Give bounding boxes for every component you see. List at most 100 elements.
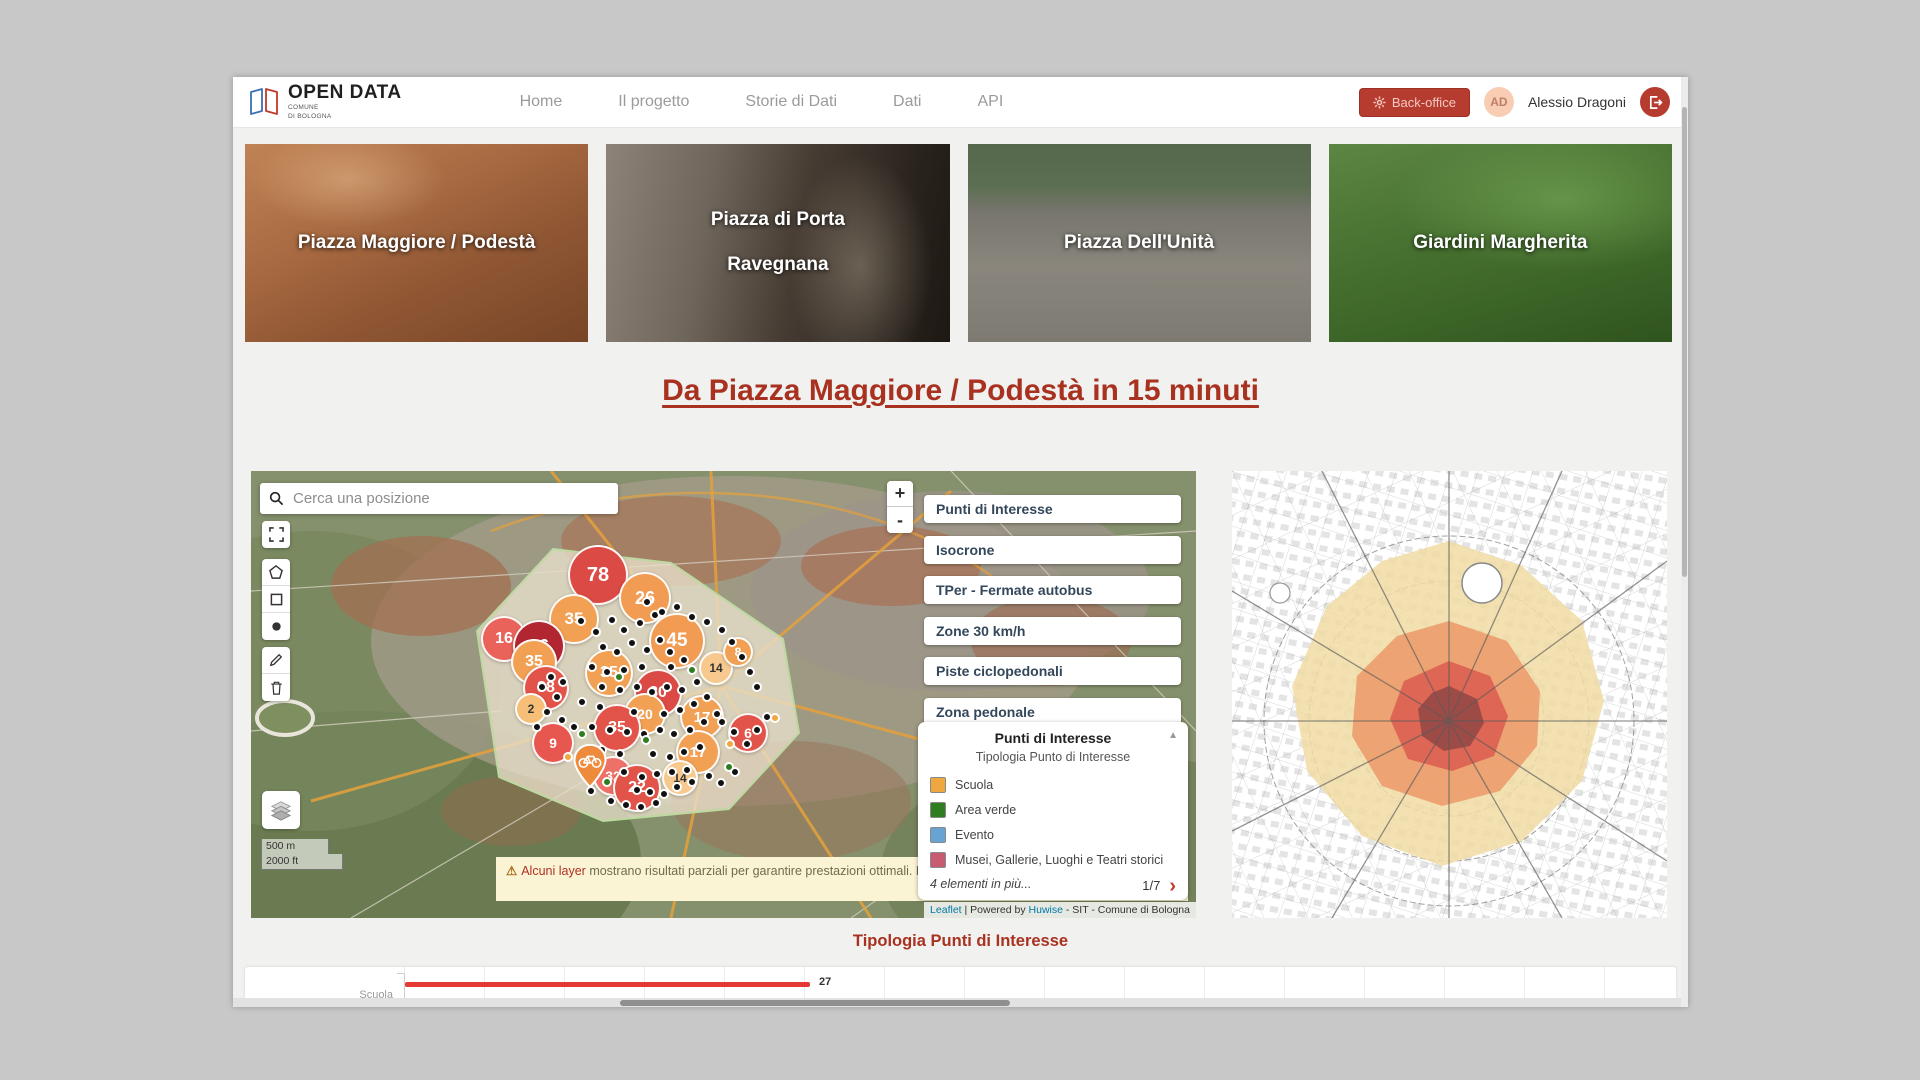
poi-dot-black[interactable] [685, 725, 695, 735]
poi-dot-black[interactable] [677, 685, 687, 695]
poi-dot-black[interactable] [699, 717, 709, 727]
basemap-layers-button[interactable] [262, 791, 300, 829]
leaflet-map[interactable]: 1678263596453535148382302017693517322214… [251, 471, 1196, 918]
legend-collapse-icon[interactable]: ▲ [1168, 730, 1178, 741]
poi-dot-green[interactable] [577, 729, 587, 739]
search-input[interactable] [291, 489, 609, 508]
poi-dot-black[interactable] [635, 618, 645, 628]
nav-link-dati[interactable]: Dati [893, 93, 921, 111]
bike-station-marker[interactable] [573, 744, 607, 793]
back-office-button[interactable]: Back-office [1359, 88, 1470, 117]
poi-dot-black[interactable] [577, 697, 587, 707]
poi-dot-black[interactable] [597, 682, 607, 692]
horizontal-scrollbar-thumb[interactable] [620, 1000, 1010, 1006]
poi-dot-black[interactable] [557, 715, 567, 725]
draw-polygon-button[interactable] [262, 559, 290, 586]
poi-dot-black[interactable] [619, 767, 629, 777]
legend-next-page-chevron[interactable]: › [1169, 879, 1176, 893]
poi-dot-black[interactable] [716, 778, 726, 788]
draw-circle-button[interactable] [262, 613, 290, 640]
poi-dot-green[interactable] [614, 672, 624, 682]
poi-dot-black[interactable] [704, 771, 714, 781]
poi-dot-black[interactable] [679, 747, 689, 757]
nav-link-il-progetto[interactable]: Il progetto [618, 93, 689, 111]
leaflet-link[interactable]: Leaflet [930, 904, 962, 916]
poi-dot-black[interactable] [642, 597, 652, 607]
poi-dot-orange[interactable] [563, 752, 573, 762]
hero-card-2[interactable]: Piazza di Porta Ravegnana [606, 144, 949, 342]
logout-button[interactable] [1640, 87, 1670, 117]
poi-dot-orange[interactable] [770, 713, 780, 723]
poi-dot-black[interactable] [745, 667, 755, 677]
layer-button-tper-fermate-autobus[interactable]: TPer - Fermate autobus [924, 576, 1181, 604]
layer-button-isocrone[interactable]: Isocrone [924, 536, 1181, 564]
poi-dot-black[interactable] [619, 625, 629, 635]
poi-dot-black[interactable] [717, 717, 727, 727]
poi-dot-black[interactable] [607, 615, 617, 625]
poi-dot-black[interactable] [615, 685, 625, 695]
poi-dot-black[interactable] [662, 682, 672, 692]
poi-dot-black[interactable] [595, 702, 605, 712]
poi-dot-green[interactable] [724, 762, 734, 772]
poi-dot-black[interactable] [587, 722, 597, 732]
poi-dot-black[interactable] [622, 727, 632, 737]
poi-dot-black[interactable] [655, 635, 665, 645]
hero-card-1[interactable]: Piazza Maggiore / Podestà [245, 144, 588, 342]
nav-link-api[interactable]: API [977, 93, 1003, 111]
poi-dot-black[interactable] [752, 725, 762, 735]
fullscreen-button[interactable] [262, 521, 290, 548]
poi-dot-black[interactable] [615, 749, 625, 759]
hero-card-3[interactable]: Piazza Dell'Unità [968, 144, 1311, 342]
poi-dot-black[interactable] [737, 652, 747, 662]
poi-dot-black[interactable] [552, 692, 562, 702]
poi-dot-black[interactable] [648, 749, 658, 759]
poi-dot-black[interactable] [606, 796, 616, 806]
poi-dot-black[interactable] [632, 682, 642, 692]
poi-dot-black[interactable] [687, 777, 697, 787]
poi-dot-black[interactable] [612, 647, 622, 657]
poi-dot-black[interactable] [669, 729, 679, 739]
poi-dot-black[interactable] [717, 625, 727, 635]
poi-dot-black[interactable] [591, 627, 601, 637]
poi-dot-black[interactable] [647, 687, 657, 697]
poi-dot-orange[interactable] [725, 739, 735, 749]
poi-dot-black[interactable] [659, 789, 669, 799]
poi-dot-black[interactable] [702, 617, 712, 627]
poi-dot-black[interactable] [666, 662, 676, 672]
site-logo[interactable]: OPEN DATA COMUNEDI BOLOGNA [249, 83, 402, 120]
zoom-in-button[interactable]: + [887, 481, 913, 507]
poi-dot-black[interactable] [537, 682, 547, 692]
poi-dot-black[interactable] [637, 662, 647, 672]
poi-dot-black[interactable] [652, 769, 662, 779]
layer-button-zone-30-km-h[interactable]: Zone 30 km/h [924, 617, 1181, 645]
poi-dot-black[interactable] [659, 709, 669, 719]
poi-dot-black[interactable] [687, 612, 697, 622]
poi-dot-black[interactable] [672, 782, 682, 792]
poi-dot-black[interactable] [546, 672, 556, 682]
poi-dot-black[interactable] [665, 752, 675, 762]
poi-dot-black[interactable] [645, 787, 655, 797]
poi-dot-black[interactable] [655, 725, 665, 735]
layer-button-piste-ciclopedonali[interactable]: Piste ciclopedonali [924, 657, 1181, 685]
poi-dot-black[interactable] [627, 638, 637, 648]
poi-dot-black[interactable] [542, 707, 552, 717]
poi-dot-black[interactable] [598, 642, 608, 652]
poi-dot-black[interactable] [576, 616, 586, 626]
poi-dot-black[interactable] [679, 655, 689, 665]
zoom-out-button[interactable]: - [887, 507, 913, 533]
poi-dot-black[interactable] [752, 682, 762, 692]
poi-dot-black[interactable] [665, 647, 675, 657]
bar-scuola[interactable] [405, 982, 810, 987]
poi-dot-black[interactable] [532, 722, 542, 732]
poi-dot-black[interactable] [621, 800, 631, 810]
poi-dot-black[interactable] [667, 767, 677, 777]
avatar[interactable]: AD [1484, 87, 1514, 117]
poi-dot-black[interactable] [602, 667, 612, 677]
poi-dot-black[interactable] [672, 602, 682, 612]
poi-dot-black[interactable] [689, 699, 699, 709]
edit-layers-button[interactable] [262, 647, 290, 674]
poi-dot-black[interactable] [695, 742, 705, 752]
poi-dot-black[interactable] [682, 765, 692, 775]
poi-dot-black[interactable] [727, 637, 737, 647]
poi-dot-black[interactable] [636, 802, 646, 812]
